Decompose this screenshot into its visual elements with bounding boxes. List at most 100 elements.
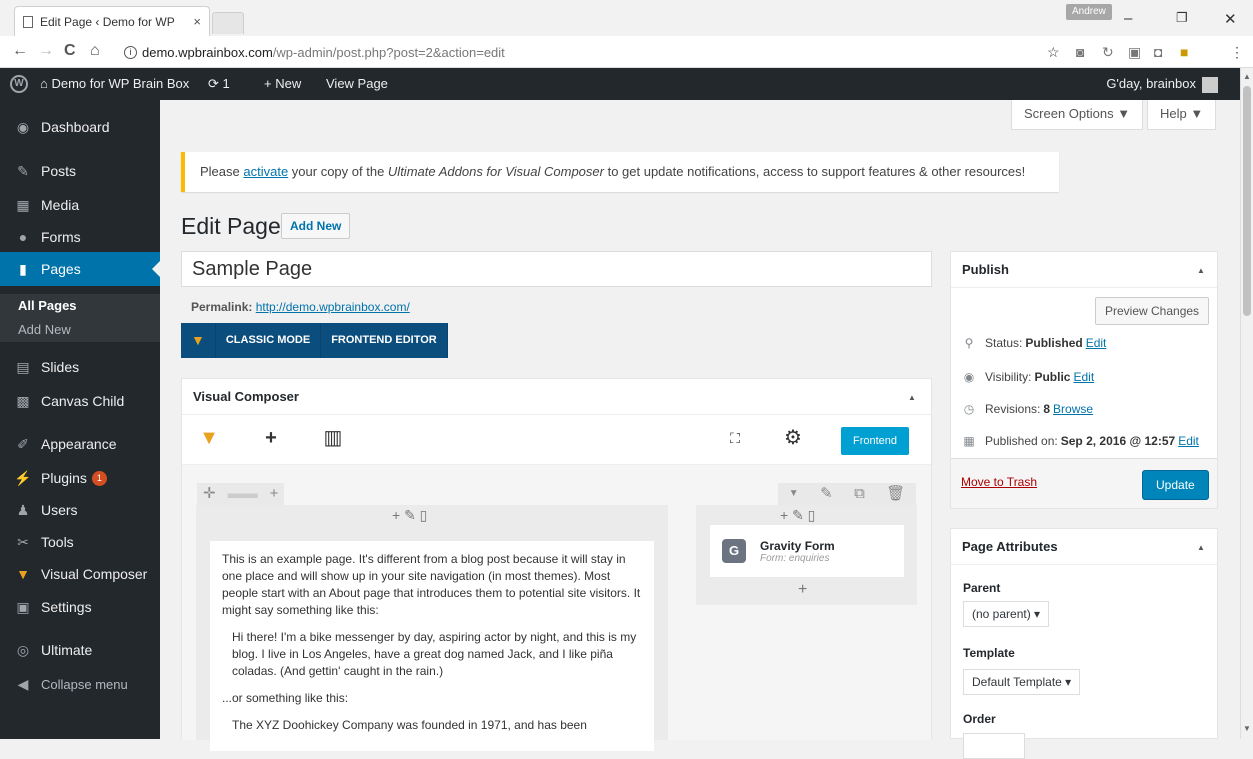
activate-link[interactable]: activate [243, 164, 288, 179]
brush-icon: ✐ [17, 435, 29, 452]
settings-gear-icon[interactable]: ⚙ [778, 423, 808, 453]
frontend-editor-button[interactable]: FRONTEND EDITOR [321, 323, 448, 358]
bookmark-icon[interactable]: ☆ [1047, 44, 1060, 61]
edit-status-link[interactable]: Edit [1086, 336, 1107, 350]
vc-logo-icon[interactable]: ▼ [194, 423, 224, 453]
browser-tab[interactable]: Edit Page ‹ Demo for WP × [14, 6, 210, 36]
sidebar-item-forms[interactable]: ● Forms [0, 220, 160, 254]
home-icon[interactable]: ⌂ [90, 42, 100, 60]
sidebar-item-media[interactable]: ▦ Media [0, 188, 160, 222]
sidebar-item-label: Canvas Child [41, 393, 125, 409]
fullscreen-icon[interactable]: ⛶ [720, 423, 750, 453]
status-value: Published [1025, 336, 1083, 350]
close-window-icon[interactable]: ✕ [1224, 10, 1237, 28]
add-new-button[interactable]: Add New [281, 213, 351, 239]
account-menu[interactable]: G'day, brainbox [1106, 68, 1218, 100]
site-name-link[interactable]: ⌂ Demo for WP Brain Box [40, 68, 189, 100]
collapse-toggle-icon[interactable]: ▲ [1197, 543, 1205, 552]
move-to-trash-link[interactable]: Move to Trash [961, 475, 1037, 489]
classic-mode-button[interactable]: CLASSIC MODE [216, 323, 322, 358]
scroll-down-icon[interactable]: ▼ [1243, 724, 1251, 733]
sidebar-item-ultimate[interactable]: ◎ Ultimate [0, 633, 160, 667]
android-extension-icon[interactable]: ▣ [1128, 44, 1141, 61]
update-button[interactable]: Update [1142, 470, 1209, 500]
add-element-icon[interactable]: + [798, 581, 807, 599]
edit-visibility-link[interactable]: Edit [1073, 370, 1094, 384]
add-element-icon[interactable]: + [256, 423, 286, 453]
users-icon: ♟ [16, 501, 30, 518]
screen-options-button[interactable]: Screen Options ▼ [1011, 100, 1144, 130]
add-column-icon[interactable]: + [264, 483, 285, 505]
view-page-link[interactable]: View Page [326, 68, 388, 100]
post-title-input[interactable]: Sample Page [181, 251, 932, 287]
activation-notice: Please activate your copy of the Ultimat… [181, 152, 1059, 192]
template-select[interactable]: Default Template ▾ [963, 669, 1081, 695]
sidebar-item-pages[interactable]: ▮ Pages [0, 252, 160, 286]
sidebar-item-label: Ultimate [41, 642, 93, 658]
sidebar-item-dashboard[interactable]: ◉ Dashboard [0, 110, 160, 144]
help-button[interactable]: Help ▼ [1147, 100, 1217, 130]
frontend-button[interactable]: Frontend [841, 427, 909, 455]
back-icon[interactable]: ← [12, 42, 28, 60]
minimize-icon[interactable]: – [1124, 10, 1132, 27]
wordpress-logo-icon[interactable]: W [10, 75, 28, 93]
info-icon[interactable]: i [124, 45, 137, 59]
submenu-all-pages[interactable]: All Pages [0, 294, 160, 318]
submenu-add-new[interactable]: Add New [0, 318, 160, 342]
tab-close-icon[interactable]: × [193, 14, 201, 29]
new-content-link[interactable]: + New [264, 68, 301, 100]
edit-date-link[interactable]: Edit [1178, 434, 1199, 448]
text-block[interactable]: This is an example page. It's different … [210, 541, 654, 751]
reload-icon[interactable]: C [64, 42, 76, 60]
permalink-link[interactable]: http://demo.wpbrainbox.com/ [256, 300, 410, 314]
new-tab-button[interactable] [212, 12, 244, 34]
preview-changes-button[interactable]: Preview Changes [1095, 297, 1210, 325]
column-controls-icon[interactable]: + ✎ ▯ [392, 507, 427, 524]
row-toggle-icon[interactable]: ▼ [783, 483, 805, 505]
updates-link[interactable]: ⟳ 1 [208, 68, 230, 100]
sidebar-item-canvas-child[interactable]: ▩ Canvas Child [0, 384, 160, 418]
visibility-row: ◉ Visibility: Public Edit [961, 370, 1094, 384]
page-scrollbar[interactable]: ▲ ▼ [1240, 68, 1253, 739]
sidebar-item-slides[interactable]: ▤ Slides [0, 350, 160, 384]
templates-icon[interactable]: ▥ [318, 423, 348, 453]
sidebar-item-visual-composer[interactable]: ▼ Visual Composer [0, 557, 160, 591]
row-delete-icon[interactable]: 🗑 [880, 483, 911, 505]
menu-icon[interactable]: ⋮ [1230, 44, 1244, 61]
emoji-extension-icon[interactable]: ■ [1180, 44, 1188, 60]
gravity-form-element[interactable]: G Gravity Form Form: enquiries [710, 525, 904, 577]
order-input[interactable] [963, 733, 1025, 759]
sidebar-item-settings[interactable]: ▣ Settings [0, 590, 160, 624]
parent-select[interactable]: (no parent) ▾ [963, 601, 1050, 627]
sidebar-item-label: Users [41, 502, 78, 518]
sidebar-item-label: Collapse menu [41, 676, 128, 692]
vc-logo-icon: ▼ [181, 323, 216, 358]
sidebar-item-plugins[interactable]: ⚡ Plugins 1 [0, 461, 160, 495]
sidebar-item-posts[interactable]: ✎ Posts [0, 154, 160, 188]
row-edit-icon[interactable]: ✎ [814, 483, 839, 505]
sidebar-item-appearance[interactable]: ✐ Appearance [0, 427, 160, 461]
scroll-up-icon[interactable]: ▲ [1243, 72, 1251, 81]
site-name: Demo for WP Brain Box [51, 76, 190, 91]
sidebar-item-users[interactable]: ♟ Users [0, 493, 160, 527]
sidebar-item-tools[interactable]: ✂ Tools [0, 525, 160, 559]
collapse-toggle-icon[interactable]: ▲ [1197, 266, 1205, 275]
url-input[interactable]: i demo.wpbrainbox.com/wp-admin/post.php?… [118, 40, 1068, 64]
row-clone-icon[interactable]: ⧉ [848, 483, 871, 505]
home-icon: ⌂ [40, 76, 52, 91]
template-label: Template [963, 646, 1015, 660]
collapse-menu-button[interactable]: ◀ Collapse menu [0, 667, 160, 701]
camera-extension-icon[interactable]: ◙ [1076, 44, 1084, 60]
scroll-thumb[interactable] [1243, 86, 1251, 316]
row-layout-icon[interactable]: ▬▬ [222, 483, 264, 505]
publish-box-title: Publish [951, 252, 1217, 288]
drag-row-icon[interactable]: ✛ [197, 483, 222, 505]
column-controls-icon[interactable]: + ✎ ▯ [780, 507, 815, 524]
collapse-toggle-icon[interactable]: ▲ [908, 393, 916, 402]
maximize-icon[interactable]: ❐ [1176, 10, 1188, 26]
sync-extension-icon[interactable]: ↻ [1102, 44, 1114, 61]
profile-chip[interactable]: Andrew [1066, 4, 1112, 20]
forward-icon[interactable]: → [38, 42, 54, 60]
browse-revisions-link[interactable]: Browse [1053, 402, 1093, 416]
s-extension-icon[interactable]: ◘ [1154, 44, 1162, 60]
